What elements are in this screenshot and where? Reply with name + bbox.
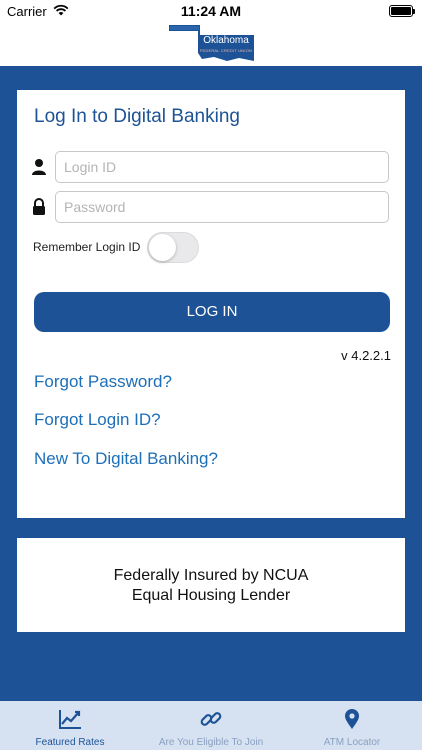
forgot-password-link[interactable]: Forgot Password? bbox=[34, 372, 172, 392]
app-header: Central Oklahoma FEDERAL CREDIT UNION bbox=[0, 22, 422, 66]
insurance-notice-card: Federally Insured by NCUA Equal Housing … bbox=[17, 538, 405, 632]
trending-chart-icon bbox=[59, 710, 81, 729]
password-row bbox=[17, 191, 405, 223]
toggle-knob bbox=[149, 234, 176, 261]
bottom-tab-bar: Featured Rates Are You Eligible To Join … bbox=[0, 701, 422, 750]
new-to-digital-banking-link[interactable]: New To Digital Banking? bbox=[34, 449, 218, 469]
tab-label-eligible-to-join: Are You Eligible To Join bbox=[158, 737, 264, 748]
login-id-input[interactable] bbox=[55, 151, 389, 183]
version-label: v 4.2.2.1 bbox=[341, 348, 391, 363]
login-id-row bbox=[17, 151, 405, 183]
password-input[interactable] bbox=[55, 191, 389, 223]
status-bar: Carrier 11:24 AM bbox=[0, 0, 422, 22]
tab-label-atm-locator: ATM Locator bbox=[323, 737, 381, 748]
login-card: Log In to Digital Banking Remember Login… bbox=[17, 90, 405, 518]
logo-wordmark: Central Oklahoma bbox=[198, 26, 254, 46]
login-title: Log In to Digital Banking bbox=[34, 106, 240, 127]
login-button[interactable]: LOG IN bbox=[34, 292, 390, 332]
logo-tagline: FEDERAL CREDIT UNION bbox=[199, 48, 253, 53]
logo-line-2: Oklahoma bbox=[203, 35, 249, 46]
tab-featured-rates[interactable]: Featured Rates bbox=[0, 701, 140, 750]
remember-login-toggle[interactable] bbox=[147, 232, 199, 263]
forgot-login-id-link[interactable]: Forgot Login ID? bbox=[34, 410, 161, 430]
user-icon bbox=[32, 159, 46, 175]
map-pin-icon bbox=[345, 709, 359, 729]
tab-eligible-to-join[interactable]: Are You Eligible To Join bbox=[140, 701, 282, 750]
lock-icon bbox=[33, 198, 45, 215]
equal-housing-notice: Equal Housing Lender bbox=[131, 587, 291, 604]
ncua-notice: Federally Insured by NCUA bbox=[113, 567, 309, 584]
tab-atm-locator[interactable]: ATM Locator bbox=[282, 701, 422, 750]
tab-label-featured-rates: Featured Rates bbox=[35, 737, 105, 748]
battery-icon bbox=[389, 5, 415, 17]
status-time: 11:24 AM bbox=[180, 3, 242, 19]
remember-login-label: Remember Login ID bbox=[33, 240, 141, 254]
link-chain-icon bbox=[200, 712, 222, 726]
